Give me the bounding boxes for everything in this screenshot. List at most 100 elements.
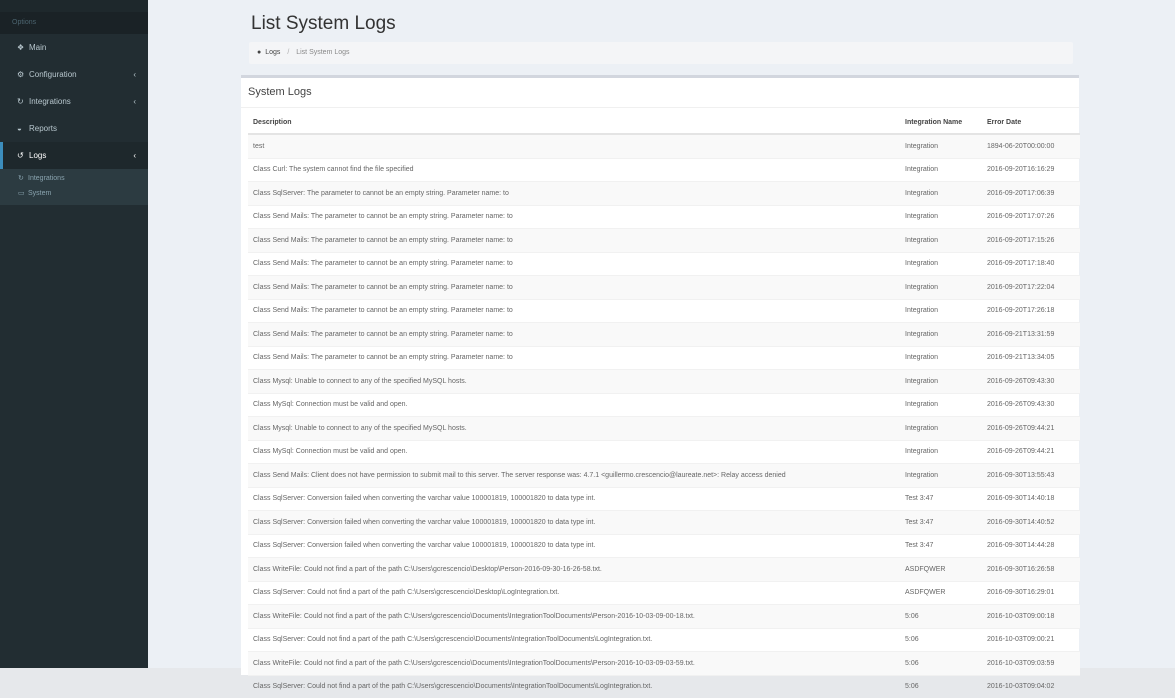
table-row: Class Send Mails: The parameter to canno… [248,275,1080,299]
table-row: Class SqlServer: Could not find a part o… [248,580,1080,605]
cell-description: Class WriteFile: Could not find a part o… [248,604,900,628]
column-header-description[interactable]: Description [248,112,900,135]
table-row: Class WriteFile: Could not find a part o… [248,604,1080,628]
cell-integration-name: Integration [900,392,982,417]
cell-description: Class SqlServer: Could not find a part o… [248,627,900,652]
content-area: List System Logs ● Logs / List System Lo… [148,0,1175,698]
page-title: List System Logs [251,13,396,34]
sidebar-item-label: Logs [29,151,47,160]
sidebar-item-label: Configuration [29,70,77,79]
cell-error-date: 2016-10-03T09:03:59 [982,651,1080,675]
table-row: Class SqlServer: Conversion failed when … [248,510,1080,534]
cell-error-date: 2016-09-21T13:34:05 [982,345,1080,370]
cell-description: Class Curl: The system cannot find the f… [248,157,900,182]
cell-integration-name: Integration [900,322,982,346]
cell-integration-name: Integration [900,439,982,464]
cell-description: Class Send Mails: The parameter to canno… [248,204,900,229]
table-row: Class Send Mails: The parameter to canno… [248,251,1080,276]
cell-error-date: 2016-09-20T17:07:26 [982,204,1080,229]
cell-integration-name: Integration [900,181,982,205]
cell-description: Class WriteFile: Could not find a part o… [248,557,900,581]
table-row: Class Send Mails: The parameter to canno… [248,204,1080,229]
cell-integration-name: Integration [900,345,982,370]
sidebar-item-main[interactable]: ❖ Main [0,34,148,61]
cell-error-date: 2016-09-30T14:40:52 [982,510,1080,534]
chevron-left-icon: ‹ [133,97,136,106]
logs-table: Description Integration Name Error Date … [248,112,1080,698]
cell-description: Class WriteFile: Could not find a part o… [248,651,900,675]
cell-integration-name: Test 3:47 [900,510,982,534]
integrations-icon: ↻ [17,97,24,106]
cell-error-date: 2016-09-20T17:18:40 [982,251,1080,276]
sidebar-item-reports[interactable]: ◒ Reports [0,115,148,142]
cell-description: Class Send Mails: The parameter to canno… [248,251,900,276]
chevron-left-icon: ‹ [133,151,136,160]
cell-description: Class SqlServer: The parameter to cannot… [248,181,900,205]
table-header-row: Description Integration Name Error Date [248,112,1080,135]
circle-icon: ● [257,49,262,56]
cell-description: Class SqlServer: Could not find a part o… [248,580,900,605]
submenu-item-label: Integrations [28,175,65,182]
cell-error-date: 2016-09-20T16:16:29 [982,157,1080,182]
sidebar-item-integrations[interactable]: ↻ Integrations ‹ [0,88,148,115]
cell-integration-name: 5:06 [900,627,982,652]
cell-integration-name: 5:06 [900,604,982,628]
box-divider [241,107,1079,108]
cell-error-date: 2016-09-20T17:06:39 [982,181,1080,205]
box-title: System Logs [248,86,312,98]
cell-description: Class Send Mails: The parameter to canno… [248,275,900,299]
table-row: Class Mysql: Unable to connect to any of… [248,416,1080,440]
submenu-item-system[interactable]: ▭ System [0,186,148,201]
chevron-left-icon: ‹ [133,70,136,79]
table-row: Class Mysql: Unable to connect to any of… [248,369,1080,393]
cell-integration-name: Integration [900,228,982,252]
cell-integration-name: Integration [900,251,982,276]
cell-integration-name: Integration [900,157,982,182]
cell-error-date: 2016-09-30T16:29:01 [982,580,1080,605]
breadcrumb-separator: / [287,49,290,56]
dashboard-icon: ❖ [17,43,25,52]
sidebar-brand [0,0,148,12]
cell-integration-name: 5:06 [900,651,982,675]
cell-description: Class Mysql: Unable to connect to any of… [248,416,900,440]
cell-error-date: 2016-09-30T13:55:43 [982,463,1080,487]
sidebar: Options ❖ Main ⚙ Configuration ‹ ↻ Integration… [0,0,148,668]
cell-integration-name: Integration [900,275,982,299]
breadcrumb: ● Logs / List System Logs [249,42,1073,64]
cell-description: test [248,133,900,158]
column-header-error-date[interactable]: Error Date [982,112,1080,135]
cell-error-date: 1894-06-20T00:00:00 [982,133,1080,158]
cell-error-date: 2016-09-26T09:43:30 [982,392,1080,417]
table-row: Class SqlServer: Could not find a part o… [248,674,1080,698]
cell-integration-name: Integration [900,204,982,229]
table-row: Class Send Mails: The parameter to canno… [248,228,1080,252]
sidebar-item-configuration[interactable]: ⚙ Configuration ‹ [0,61,148,88]
table-row: Class MySql: Connection must be valid an… [248,392,1080,417]
cell-integration-name: Integration [900,416,982,440]
breadcrumb-link-logs[interactable]: Logs [265,49,280,56]
cell-description: Class Send Mails: Client does not have p… [248,463,900,487]
cell-integration-name: 5:06 [900,674,982,698]
cell-integration-name: Test 3:47 [900,533,982,558]
cell-error-date: 2016-09-20T17:26:18 [982,298,1080,323]
system-logs-box: System Logs Description Integration Name… [241,75,1080,698]
sidebar-nav: ❖ Main ⚙ Configuration ‹ ↻ Integrations ‹ ◒ Repor… [0,34,148,205]
sidebar-item-logs[interactable]: ↺ Logs ‹ [0,142,148,169]
submenu-item-label: System [28,190,52,197]
cell-error-date: 2016-09-20T17:15:26 [982,228,1080,252]
column-header-integration-name[interactable]: Integration Name [900,112,982,135]
table-row: Class Send Mails: The parameter to canno… [248,298,1080,323]
table-row: test Integration 1894-06-20T00:00:00 [248,133,1080,158]
cell-description: Class Send Mails: The parameter to canno… [248,228,900,252]
cell-description: Class MySql: Connection must be valid an… [248,439,900,464]
cell-error-date: 2016-09-30T14:40:18 [982,486,1080,511]
breadcrumb-current: List System Logs [296,49,350,56]
cell-integration-name: ASDFQWER [900,557,982,581]
cell-integration-name: ASDFQWER [900,580,982,605]
reports-icon: ◒ [17,124,22,133]
cell-error-date: 2016-09-30T14:44:28 [982,533,1080,558]
submenu-item-integrations[interactable]: ↻ Integrations [0,171,148,186]
table-row: Class Send Mails: Client does not have p… [248,463,1080,487]
table-row: Class SqlServer: The parameter to cannot… [248,181,1080,205]
cell-integration-name: Integration [900,369,982,393]
